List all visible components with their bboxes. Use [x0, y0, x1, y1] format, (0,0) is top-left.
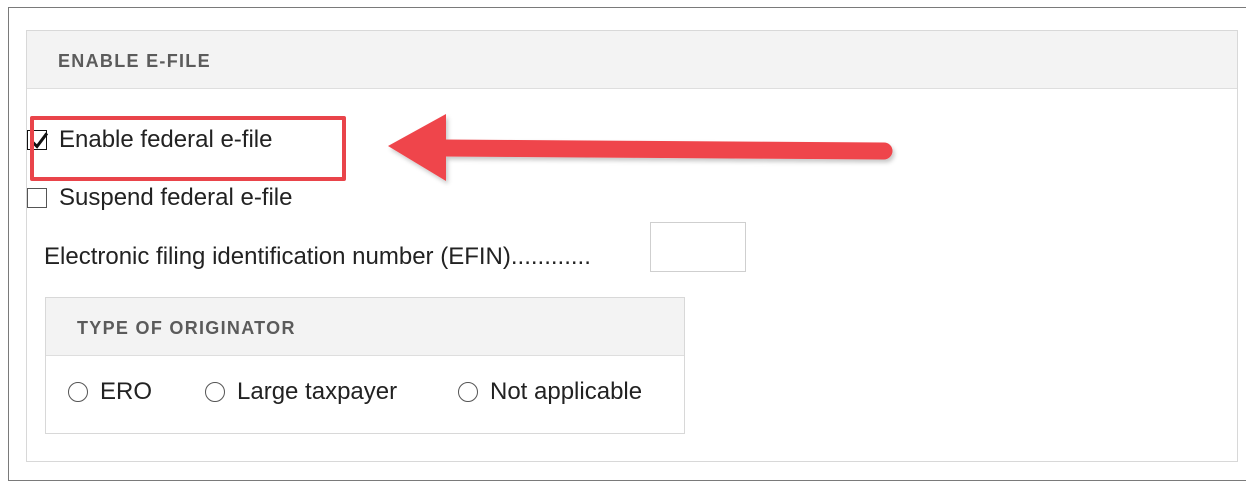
ero-label: ERO: [100, 378, 153, 405]
efin-input[interactable]: [650, 222, 746, 272]
highlight-box: [30, 116, 346, 181]
type-of-originator-panel: TYPE OF ORIGINATOR ERO Large taxpayer No…: [45, 297, 685, 434]
originator-option-ero[interactable]: ERO: [68, 378, 152, 406]
type-of-originator-title: TYPE OF ORIGINATOR: [77, 318, 296, 338]
ero-radio[interactable]: [68, 382, 88, 402]
suspend-federal-efile-label: Suspend federal e-file: [59, 184, 293, 211]
not-applicable-label: Not applicable: [490, 378, 643, 405]
efin-label: Electronic filing identification number …: [44, 243, 591, 270]
annotation-arrow-icon: [388, 114, 893, 181]
large-taxpayer-label: Large taxpayer: [237, 378, 398, 405]
type-of-originator-header: TYPE OF ORIGINATOR: [46, 298, 684, 356]
originator-option-large-taxpayer[interactable]: Large taxpayer: [205, 378, 397, 406]
originator-option-not-applicable[interactable]: Not applicable: [458, 378, 642, 406]
enable-efile-title: ENABLE E-FILE: [58, 51, 211, 71]
suspend-federal-efile-option[interactable]: Suspend federal e-file: [27, 184, 292, 212]
not-applicable-radio[interactable]: [458, 382, 478, 402]
large-taxpayer-radio[interactable]: [205, 382, 225, 402]
enable-efile-panel-header: ENABLE E-FILE: [27, 31, 1237, 89]
suspend-federal-efile-checkbox[interactable]: [27, 188, 47, 208]
